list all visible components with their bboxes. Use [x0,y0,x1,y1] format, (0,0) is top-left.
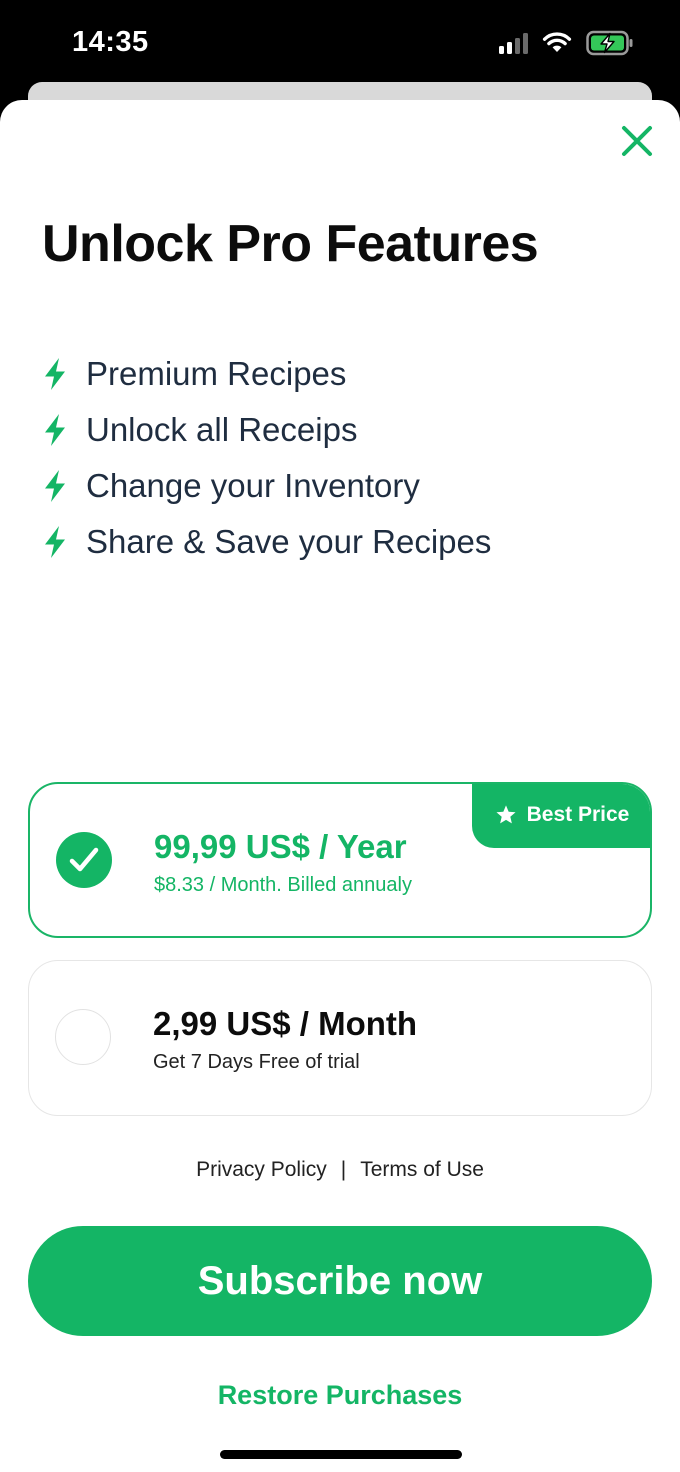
plan-option-monthly[interactable]: 2,99 US$ / Month Get 7 Days Free of tria… [28,960,652,1116]
status-bar: 14:35 [0,0,680,90]
feature-label: Premium Recipes [86,355,347,392]
page-title: Unlock Pro Features [42,215,539,273]
lightning-bolt-icon [45,358,65,390]
plan-price-detail: Get 7 Days Free of trial [153,1051,360,1073]
subscribe-button[interactable]: Subscribe now [28,1226,652,1336]
feature-item: Unlock all Receips [42,402,491,458]
plan-option-yearly[interactable]: 99,99 US$ / Year $8.33 / Month. Billed a… [28,782,652,938]
unselected-radio [55,1009,111,1065]
feature-item: Premium Recipes [42,346,491,402]
star-icon [496,805,516,824]
selected-check [56,832,112,888]
battery-charging-icon [586,30,633,56]
cellular-signal-icon [499,32,528,54]
feature-label: Change your Inventory [86,467,420,504]
wifi-icon [542,32,572,52]
lightning-bolt-icon [45,470,65,502]
legal-separator: | [340,1158,347,1181]
paywall-sheet: Unlock Pro Features Premium Recipes Unlo… [0,100,680,1472]
plan-price: 99,99 US$ / Year [154,828,407,865]
feature-item: Change your Inventory [42,458,491,514]
close-button[interactable] [620,124,654,158]
plan-price-detail: $8.33 / Month. Billed annualy [154,874,412,896]
lightning-bolt-icon [45,414,65,446]
status-icons [499,30,634,56]
status-time: 14:35 [72,26,149,58]
best-price-badge: Best Price [472,784,650,848]
close-icon [622,126,652,156]
plan-price: 2,99 US$ / Month [153,1005,418,1042]
checkmark-icon [69,847,99,872]
lightning-bolt-icon [45,526,65,558]
feature-label: Unlock all Receips [86,411,358,448]
feature-list: Premium Recipes Unlock all Receips Chang… [42,346,491,570]
feature-item: Share & Save your Recipes [42,514,491,570]
badge-label: Best Price [526,803,630,826]
home-indicator [220,1450,462,1459]
feature-label: Share & Save your Recipes [86,523,492,560]
privacy-policy-link[interactable]: Privacy Policy [196,1158,327,1181]
legal-links: Privacy Policy | Terms of Use [0,1158,680,1182]
terms-of-use-link[interactable]: Terms of Use [360,1158,484,1181]
restore-purchases-link[interactable]: Restore Purchases [0,1380,680,1411]
